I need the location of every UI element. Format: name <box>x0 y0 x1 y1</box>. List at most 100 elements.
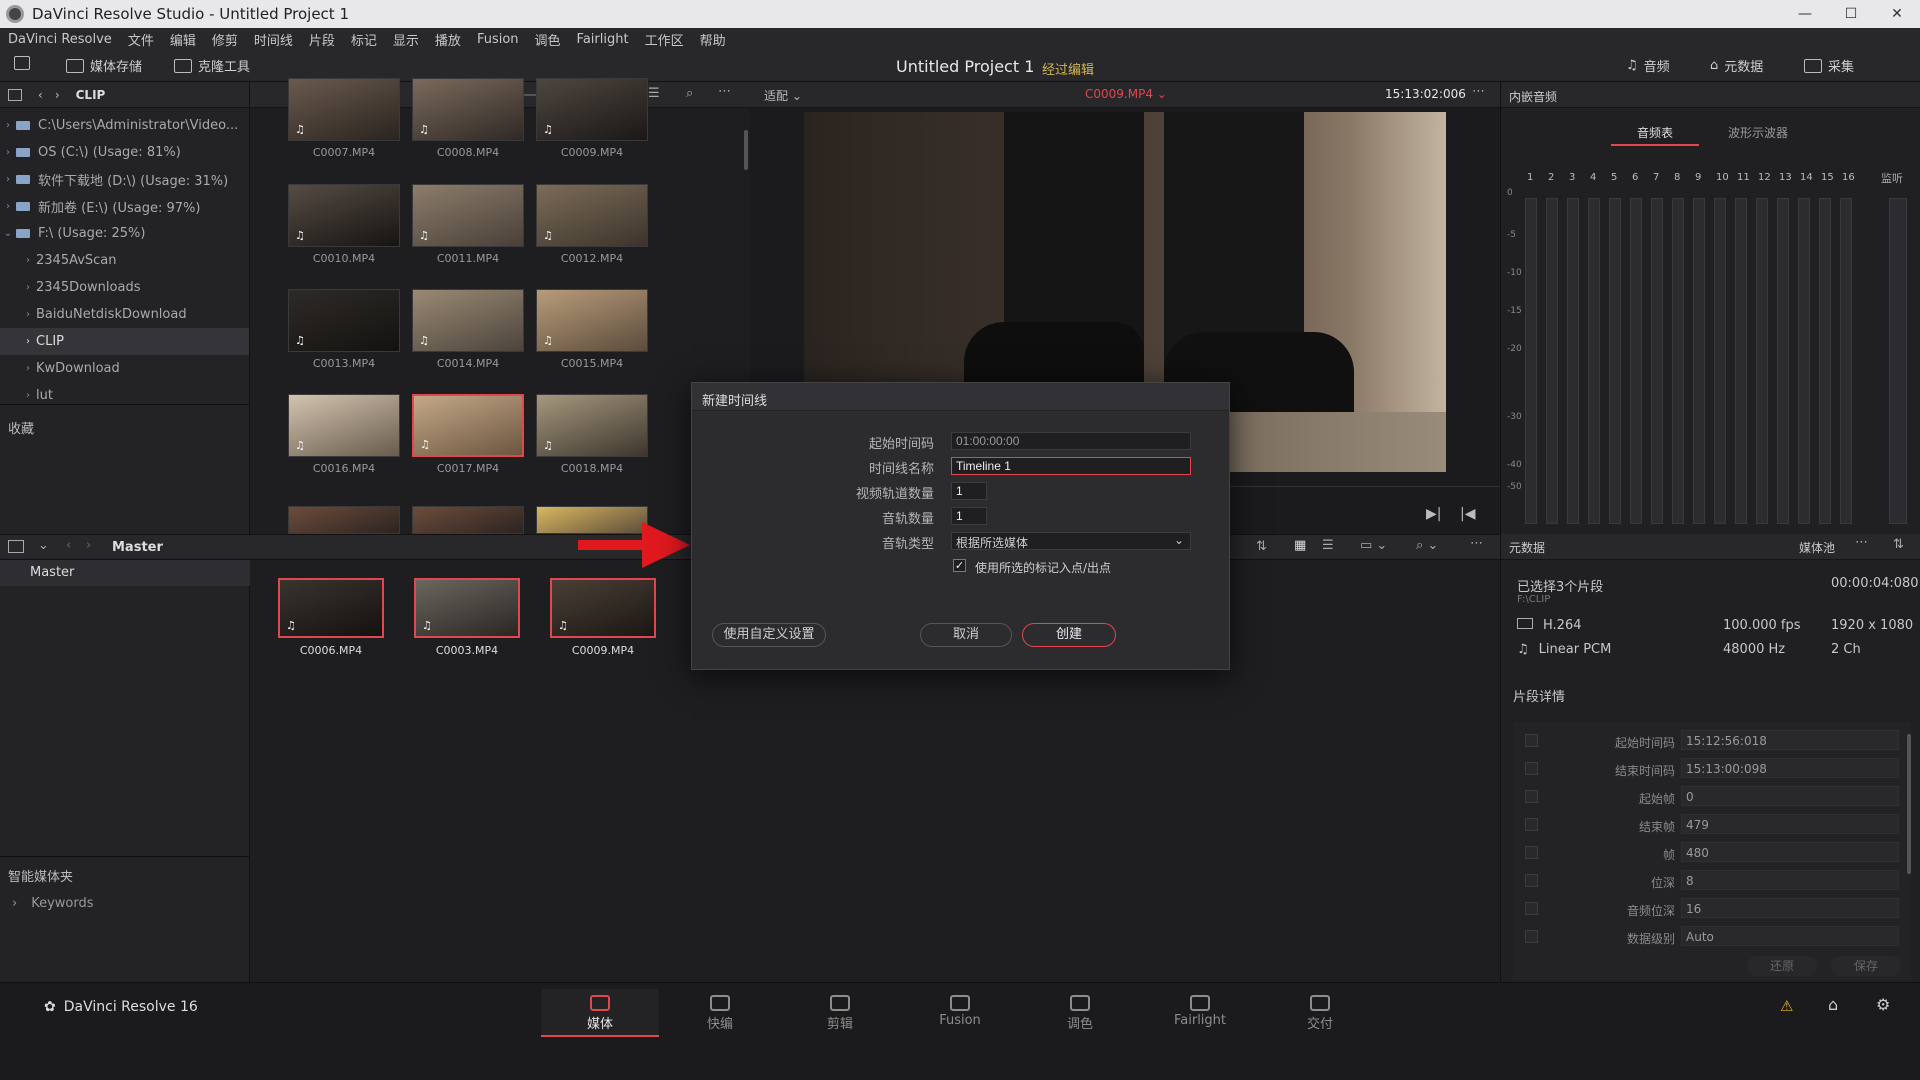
tree-item-folder[interactable]: › 2345AvScan <box>0 247 249 274</box>
detail-value[interactable]: 15:12:56:018 <box>1681 730 1899 750</box>
capture-button[interactable]: 采集 <box>1804 56 1854 75</box>
page-edit[interactable]: 剪辑 <box>781 989 899 1037</box>
warning-icon[interactable]: ⚠ <box>1780 997 1793 1015</box>
fit-dropdown[interactable]: 适配 ⌄ <box>764 87 802 104</box>
menu-clip[interactable]: 片段 <box>301 30 343 49</box>
metadata-button[interactable]: ⌂ 元数据 <box>1710 56 1763 75</box>
clip-thumbnail[interactable]: ♫ <box>412 289 524 352</box>
start-timecode-field[interactable] <box>951 432 1191 450</box>
tree-item-folder[interactable]: › BaiduNetdiskDownload <box>0 301 249 328</box>
cancel-button[interactable]: 取消 <box>920 623 1012 647</box>
page-cut[interactable]: 快编 <box>661 989 779 1037</box>
tab-audio-meter[interactable]: 音频表 <box>1611 118 1699 146</box>
metadata-options-icon[interactable]: ⋯ <box>1855 535 1868 550</box>
tree-item-folder[interactable]: › CLIP <box>0 328 249 355</box>
panel-toggle-icon[interactable] <box>14 56 36 70</box>
clip-thumbnail[interactable]: ♫ <box>536 394 648 457</box>
page-color[interactable]: 调色 <box>1021 989 1139 1037</box>
clip-thumbnail[interactable]: ♫ <box>412 184 524 247</box>
menu-help[interactable]: 帮助 <box>692 30 734 49</box>
timeline-name-field[interactable] <box>951 457 1191 475</box>
maximize-button[interactable]: ☐ <box>1828 0 1874 28</box>
viewer-options-icon[interactable]: ⋯ <box>1472 84 1485 99</box>
viewer-clip-name[interactable]: C0009.MP4 ⌄ <box>1085 87 1167 101</box>
pool-options-icon[interactable]: ⋯ <box>1470 536 1483 551</box>
tree-item-drive[interactable]: › 软件下载地 (D:\) (Usage: 31%) <box>0 166 249 193</box>
tree-item-drive[interactable]: › C:\Users\Administrator\Video... <box>0 112 249 139</box>
search-icon[interactable]: ⌕ <box>686 86 693 101</box>
clip-thumbnail[interactable]: ♫ <box>536 289 648 352</box>
menu-edit[interactable]: 编辑 <box>162 30 204 49</box>
menu-file[interactable]: 文件 <box>120 30 162 49</box>
page-fairlight[interactable]: Fairlight <box>1141 989 1259 1037</box>
last-frame-icon[interactable]: |◀ <box>1460 506 1475 522</box>
forward-icon[interactable]: › <box>55 88 60 102</box>
page-deliver[interactable]: 交付 <box>1261 989 1379 1037</box>
tree-item-folder[interactable]: › KwDownload <box>0 355 249 382</box>
detail-value[interactable]: Auto <box>1681 926 1899 946</box>
menu-color[interactable]: 调色 <box>527 30 569 49</box>
menu-timeline[interactable]: 时间线 <box>246 30 301 49</box>
audio-type-select[interactable]: 根据所选媒体 ⌄ <box>951 532 1191 550</box>
more-options-icon[interactable]: ⋯ <box>718 84 731 99</box>
clip-thumbnail[interactable]: ♫ <box>536 78 648 141</box>
sidebar-toggle-icon[interactable] <box>8 88 22 101</box>
media-scrollbar[interactable] <box>744 130 748 170</box>
pool-clip-thumbnail[interactable]: ♫ <box>278 578 384 638</box>
detail-value[interactable]: 15:13:00:098 <box>1681 758 1899 778</box>
page-media[interactable]: 媒体 <box>541 989 659 1037</box>
tree-item-drive[interactable]: › 新加卷 (E:\) (Usage: 97%) <box>0 193 249 220</box>
detail-value[interactable]: 8 <box>1681 870 1899 890</box>
menu-fairlight[interactable]: Fairlight <box>569 32 637 47</box>
pool-list-view-icon[interactable]: ☰ <box>1322 538 1334 553</box>
create-button[interactable]: 创建 <box>1022 623 1116 647</box>
details-scrollbar[interactable] <box>1907 734 1911 874</box>
save-button[interactable]: 保存 <box>1831 956 1901 976</box>
revert-button[interactable]: 还原 <box>1747 956 1817 976</box>
menu-mark[interactable]: 标记 <box>343 30 385 49</box>
clone-tool-button[interactable]: 克隆工具 <box>174 56 250 75</box>
pool-clip-thumbnail[interactable]: ♫ <box>550 578 656 638</box>
menu-playback[interactable]: 播放 <box>427 30 469 49</box>
media-pool-dropdown[interactable]: 媒体池 <box>1799 539 1835 556</box>
clip-thumbnail[interactable]: ♫ <box>288 289 400 352</box>
settings-gear-icon[interactable]: ⚙ <box>1876 995 1890 1014</box>
clip-thumbnail[interactable]: ♫ <box>288 184 400 247</box>
menu-view[interactable]: 显示 <box>385 30 427 49</box>
bin-back-icon[interactable]: ‹ <box>66 538 71 553</box>
detail-value[interactable]: 480 <box>1681 842 1899 862</box>
back-icon[interactable]: ‹ <box>38 88 43 102</box>
clip-thumbnail[interactable]: ♫ <box>288 394 400 457</box>
detail-value[interactable]: 16 <box>1681 898 1899 918</box>
audio-button[interactable]: ♫ 音频 <box>1626 56 1670 75</box>
menu-workspace[interactable]: 工作区 <box>637 30 692 49</box>
tree-item-drive[interactable]: › OS (C:\) (Usage: 81%) <box>0 139 249 166</box>
tab-waveform[interactable]: 波形示波器 <box>1713 118 1803 146</box>
pool-sort-icon[interactable]: ⇅ <box>1256 539 1267 554</box>
media-storage-button[interactable]: 媒体存储 <box>66 56 142 75</box>
metadata-sort-icon[interactable]: ⇅ <box>1893 537 1904 552</box>
detail-value[interactable]: 0 <box>1681 786 1899 806</box>
clip-thumbnail[interactable] <box>288 506 400 534</box>
tree-item-drive[interactable]: ⌄ F:\ (Usage: 25%) <box>0 220 249 247</box>
bin-item-master[interactable]: Master <box>0 560 250 586</box>
clip-thumbnail[interactable] <box>412 506 524 534</box>
list-view-icon[interactable]: ☰ <box>648 86 660 101</box>
menu-davinci[interactable]: DaVinci Resolve <box>0 32 120 47</box>
video-tracks-field[interactable] <box>951 482 987 500</box>
home-icon[interactable]: ⌂ <box>1828 995 1838 1014</box>
clip-thumbnail[interactable]: ♫ <box>288 78 400 141</box>
pool-layout-icon[interactable]: ▭ ⌄ <box>1360 538 1387 553</box>
clip-thumbnail[interactable]: ♫ <box>412 78 524 141</box>
menu-fusion[interactable]: Fusion <box>469 32 527 47</box>
clip-thumbnail[interactable]: ♫ <box>412 394 524 457</box>
custom-settings-button[interactable]: 使用自定义设置 <box>712 623 826 647</box>
minimize-button[interactable]: — <box>1782 0 1828 28</box>
bin-forward-icon[interactable]: › <box>86 538 91 553</box>
use-marks-checkbox[interactable]: ✓ <box>953 559 966 572</box>
bin-list-toggle-icon[interactable] <box>8 540 24 553</box>
next-frame-icon[interactable]: ▶| <box>1426 506 1441 522</box>
smart-bin-keywords[interactable]: › Keywords <box>12 896 94 911</box>
pool-grid-view-icon[interactable]: ▦ <box>1294 538 1306 553</box>
pool-clip-thumbnail[interactable]: ♫ <box>414 578 520 638</box>
